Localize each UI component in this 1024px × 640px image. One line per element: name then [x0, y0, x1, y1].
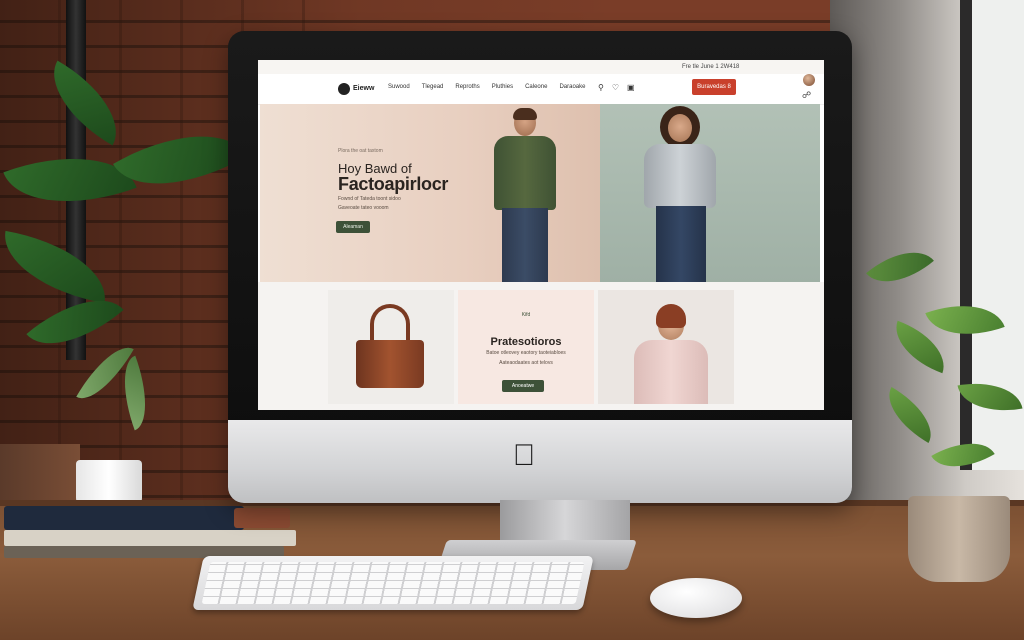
hero-title-line2: Factoapirlocr	[338, 174, 449, 194]
nav-item-4[interactable]: Caleone	[525, 84, 547, 90]
nav-item-3[interactable]: Pluthies	[492, 84, 513, 90]
nav-item-5[interactable]: Daraoake	[559, 84, 585, 90]
nav-item-0[interactable]: Suwood	[388, 84, 410, 90]
bag-icon[interactable]: ▣	[627, 83, 635, 92]
hero-model-woman	[630, 106, 730, 282]
avatar[interactable]	[803, 74, 815, 86]
product-row: Kifd Pratesotioros Batoe otleovey eaotor…	[258, 282, 824, 410]
promo-subtitle-line1: Batoe otleovey eaotory taoteiabloes	[486, 350, 566, 356]
hero-subtitle-line2: Gaveoate tateo vooom	[338, 205, 389, 211]
product-card-bag[interactable]	[328, 290, 454, 404]
apple-logo-icon: 	[511, 440, 537, 472]
hero-shop-button[interactable]: Aleaman	[336, 221, 370, 233]
nav-icons: ⚲ ♡ ▣	[598, 83, 635, 92]
promo-title: Pratesotioros	[490, 336, 562, 348]
hero-subtitle-line1: Fownd of Tateda toont sidoo	[338, 196, 401, 202]
announcement-bar: Fre tle June 1 2W418	[258, 60, 824, 75]
product-card-model[interactable]	[598, 290, 734, 404]
heart-icon[interactable]: ♡	[612, 83, 619, 92]
search-icon[interactable]: ⚲	[598, 83, 604, 92]
monitor-screen: Fre tle June 1 2W418 Eieww Suwood Tlegea…	[258, 60, 824, 410]
promo-tag: Kifd	[521, 312, 531, 318]
monitor-chin	[228, 420, 852, 503]
site-logo-icon[interactable]	[338, 83, 350, 95]
cta-button[interactable]: Buravedas 8	[692, 79, 736, 95]
hero-model-man	[484, 108, 564, 282]
hero-kicker: Plora the oat taxtom	[338, 148, 383, 154]
site-navbar: Eieww Suwood Tlegead Reproths Pluthies C…	[258, 74, 824, 105]
nav-item-1[interactable]: Tlegead	[422, 84, 444, 90]
mouse[interactable]	[650, 578, 742, 618]
promo-button[interactable]: Anoeatwe	[502, 380, 544, 392]
promo-card: Kifd Pratesotioros Batoe otleovey eaotor…	[458, 290, 594, 404]
cart-icon[interactable]: ☍	[802, 90, 811, 101]
nav-item-2[interactable]: Reproths	[455, 84, 479, 90]
keyboard[interactable]	[192, 556, 594, 610]
promo-subtitle-line2: Aateaodaates aot telovs	[499, 360, 553, 366]
right-plant-pot	[908, 496, 1010, 582]
topbar-right-text: Fre tle June 1 2W418	[682, 64, 740, 70]
nav-menu: Suwood Tlegead Reproths Pluthies Caleone…	[388, 84, 585, 90]
site-logo-text[interactable]: Eieww	[353, 85, 374, 92]
book-stack	[4, 506, 296, 562]
